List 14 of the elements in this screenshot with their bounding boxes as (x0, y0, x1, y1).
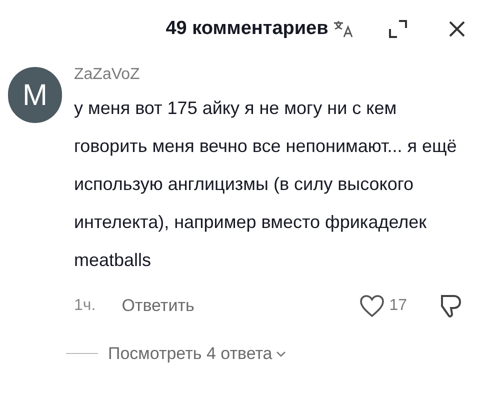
translate-icon[interactable] (332, 18, 354, 40)
expand-icon[interactable] (388, 19, 408, 39)
comments-title: 49 комментариев (166, 16, 328, 41)
reply-button[interactable]: Ответить (122, 293, 194, 319)
like-count: 17 (389, 296, 407, 316)
view-replies-button[interactable]: Посмотреть 4 ответа (108, 341, 286, 366)
comment-time: 1ч. (74, 296, 96, 316)
user-avatar[interactable]: M (8, 67, 62, 123)
chevron-down-icon (276, 350, 286, 358)
close-icon[interactable] (447, 19, 467, 39)
thumbs-down-icon[interactable] (439, 292, 463, 320)
comment-text: у меня вот 175 айку я не могу ни с кем говорить меня вечно все непонимают... я ещё использую англицизмы (в силу высокого интелекта), например вместо фрикаделек meatballs (74, 97, 458, 272)
comment-author[interactable]: ZaZaVoZ (74, 63, 469, 87)
heart-icon[interactable] (359, 293, 386, 319)
